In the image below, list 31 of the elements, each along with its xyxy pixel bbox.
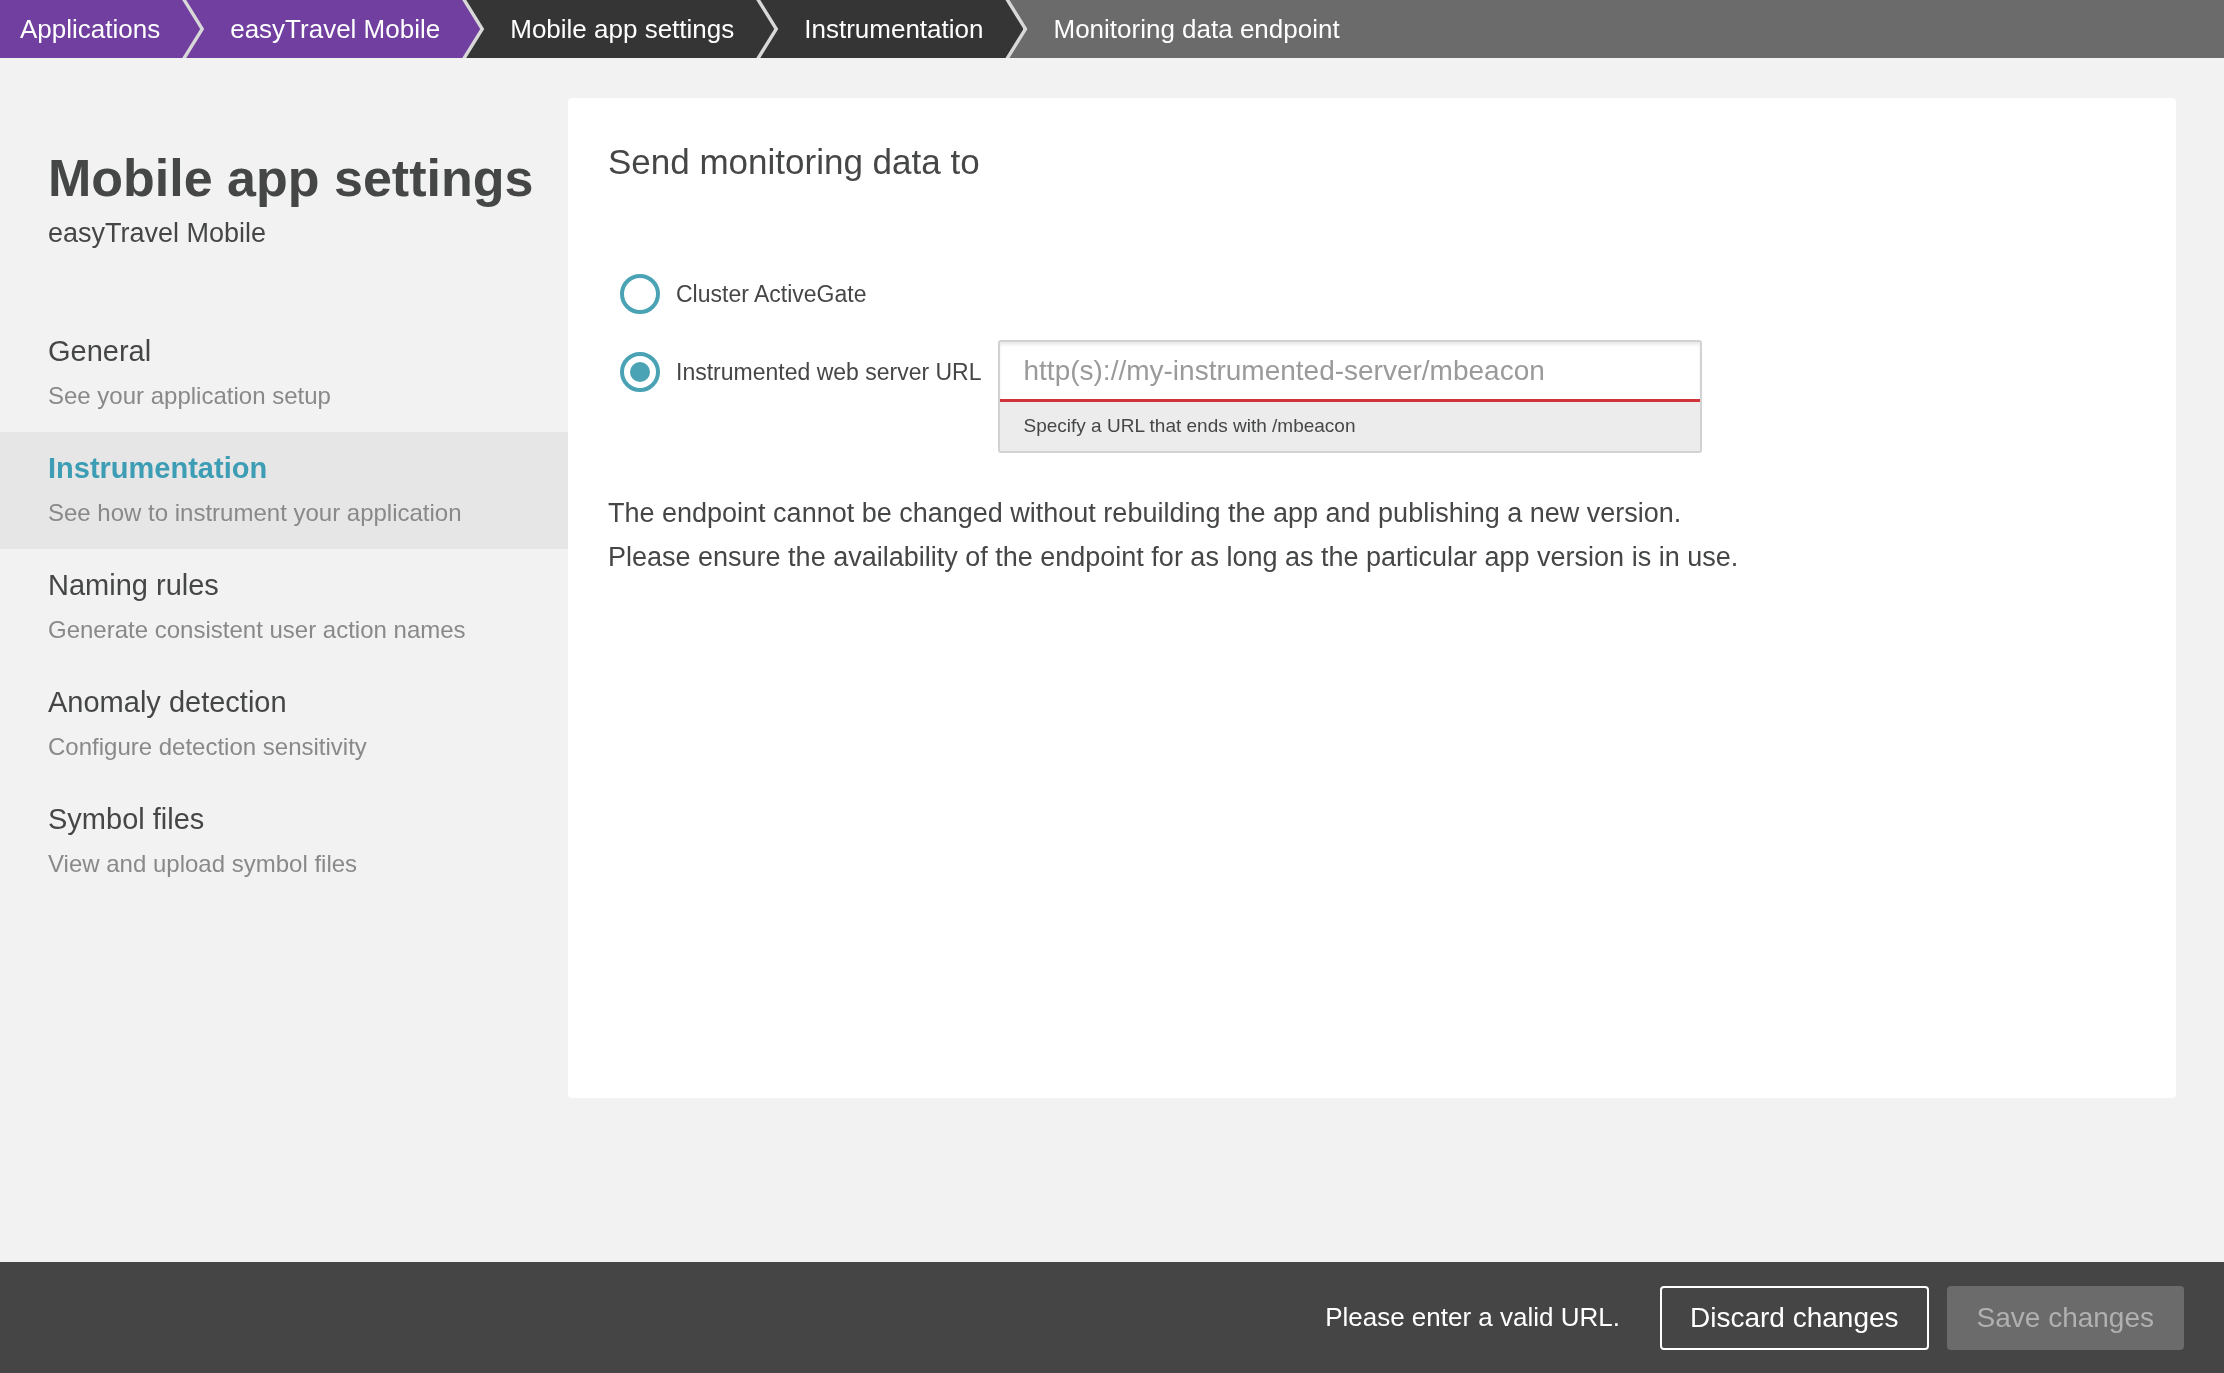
sidebar-item[interactable]: General See your application setup: [0, 315, 568, 432]
sidebar-item-description: View and upload symbol files: [48, 850, 359, 878]
breadcrumb-item[interactable]: easyTravel Mobile: [186, 0, 481, 58]
sidebar-item-title: Symbol files: [48, 803, 206, 836]
sidebar-item[interactable]: Symbol files View and upload symbol files: [0, 783, 568, 900]
sidebar-item[interactable]: Anomaly detection Configure detection sensitivity: [0, 666, 568, 783]
sidebar-item-title: Instrumentation: [48, 452, 269, 485]
sidebar-item-description: See how to instrument your application: [48, 499, 463, 527]
discard-button[interactable]: Discard changes: [1659, 1285, 1929, 1350]
radio-button[interactable]: [620, 274, 660, 314]
radio-button[interactable]: [620, 352, 660, 392]
radio-label: Cluster ActiveGate: [676, 280, 867, 309]
radio-label: Instrumented web server URL: [676, 358, 982, 387]
page-title: Mobile app settings: [48, 148, 535, 208]
breadcrumb-item[interactable]: Mobile app settings: [466, 0, 775, 58]
sidebar-item-description: See your application setup: [48, 382, 332, 410]
sidebar-item-title: Naming rules: [48, 569, 220, 602]
section-heading: Send monitoring data to: [608, 142, 981, 182]
sidebar-item-description: Generate consistent user action names: [48, 616, 467, 644]
sidebar-item-description: Configure detection sensitivity: [48, 733, 368, 761]
sidebar-item-title: Anomaly detection: [48, 686, 288, 719]
sidebar-item-title: General: [48, 335, 153, 368]
field-hint: Specify a URL that ends with /mbeacon: [1022, 414, 1357, 438]
breadcrumb-item[interactable]: Applications: [0, 0, 201, 58]
breadcrumb-item[interactable]: Instrumentation: [760, 0, 1024, 58]
validation-message: Please enter a valid URL.: [1325, 1302, 1620, 1333]
breadcrumb-item[interactable]: Monitoring data endpoint: [1009, 0, 2224, 58]
url-input-field[interactable]: http(s)://my-instrumented-server/mbeacon: [999, 342, 1700, 402]
page-subtitle: easyTravel Mobile: [48, 218, 268, 249]
sidebar-item[interactable]: Naming rules Generate consistent user action names: [0, 549, 568, 666]
endpoint-note: The endpoint cannot be changed without rebuilding the app and publishing a new version. Please ensure the availability of the endpoint for as long as the particular app version is in use.: [608, 497, 1740, 574]
